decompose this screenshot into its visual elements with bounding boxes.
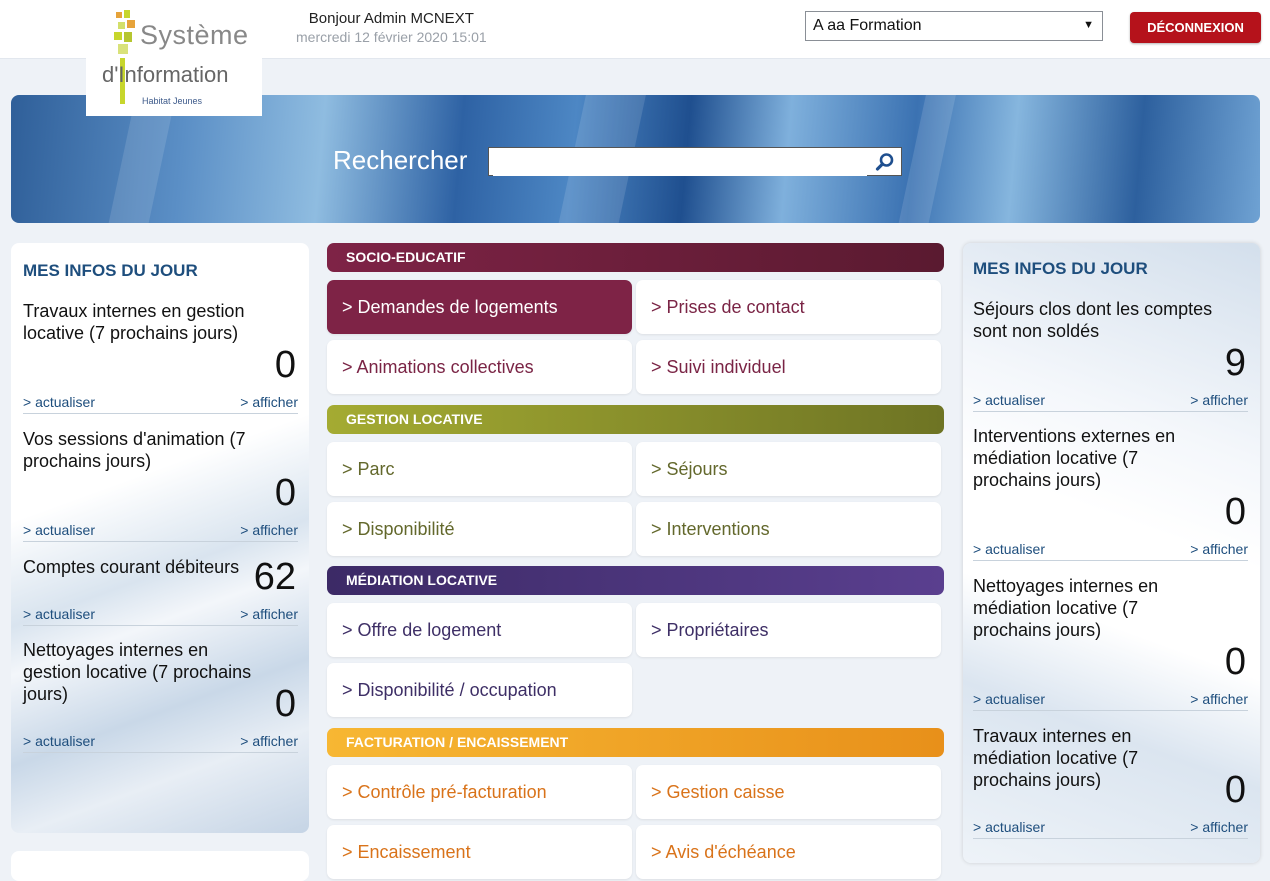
info-item-count: 0 (274, 472, 296, 514)
search-field[interactable] (488, 147, 902, 176)
app-logo[interactable]: Système d'Information Habitat Jeunes (86, 0, 262, 116)
logo-line-3: Habitat Jeunes (142, 96, 203, 106)
search-label: Rechercher (333, 145, 468, 175)
refresh-link[interactable]: > actualiser (973, 691, 1045, 707)
logo-graphic (114, 8, 142, 104)
menu-tile-sejours[interactable]: > Séjours (636, 442, 941, 496)
refresh-link[interactable]: > actualiser (23, 394, 95, 410)
info-item: Séjours clos dont les comptes sont non s… (973, 298, 1248, 413)
info-item-text: Travaux internes en médiation locative (… (973, 726, 1139, 790)
organization-select-value: A aa Formation (813, 17, 922, 34)
menu-tile-avis-echeance[interactable]: > Avis d'échéance (636, 825, 941, 879)
section-header-facturation: FACTURATION / ENCAISSEMENT (327, 728, 944, 757)
info-item: Nettoyages internes en médiation locativ… (973, 575, 1248, 715)
info-item-text: Vos sessions d'animation (7 prochains jo… (23, 429, 246, 471)
info-item-text: Interventions externes en médiation loca… (973, 426, 1176, 490)
info-item-count: 0 (274, 683, 296, 725)
info-item: Nettoyages internes en gestion locative … (23, 639, 298, 754)
info-item: Comptes courant débiteurs 62 > actualise… (23, 556, 298, 626)
banner-decoration (891, 95, 961, 223)
menu-tile-proprietaires[interactable]: > Propriétaires (636, 603, 941, 657)
greeting-text: Bonjour Admin MCNEXT (308, 10, 474, 27)
info-item-links: > actualiser > afficher (973, 819, 1248, 839)
magnifier-icon[interactable] (875, 152, 895, 172)
menu-tile-interventions[interactable]: > Interventions (636, 502, 941, 556)
info-item-count: 62 (253, 556, 296, 598)
show-link[interactable]: > afficher (240, 394, 298, 410)
info-item: Travaux internes en médiation locative (… (973, 725, 1248, 843)
show-link[interactable]: > afficher (240, 733, 298, 749)
left-panel-title: MES INFOS DU JOUR (23, 261, 198, 280)
current-date: mercredi 12 février 2020 15:01 (296, 29, 487, 45)
info-item-count: 9 (1224, 342, 1246, 384)
menu-tile-suivi-individuel[interactable]: > Suivi individuel (636, 340, 941, 394)
refresh-link[interactable]: > actualiser (973, 541, 1045, 557)
refresh-link[interactable]: > actualiser (23, 733, 95, 749)
info-item-count: 0 (1224, 769, 1246, 811)
user-greeting: Bonjour Admin MCNEXT mercredi 12 février… (296, 10, 487, 45)
info-item-links: > actualiser > afficher (23, 522, 298, 542)
info-item-text: Comptes courant débiteurs (23, 557, 240, 577)
right-info-panel: MES INFOS DU JOUR Séjours clos dont les … (963, 243, 1260, 863)
menu-tile-disponibilite-occupation[interactable]: > Disponibilité / occupation (327, 663, 632, 717)
left-info-panel: MES INFOS DU JOUR Travaux internes en ge… (11, 243, 309, 833)
info-item-text: Nettoyages internes en gestion locative … (23, 640, 252, 704)
organization-select[interactable]: A aa Formation ▼ (805, 11, 1103, 41)
menu-tile-disponibilite[interactable]: > Disponibilité (327, 502, 632, 556)
left-lower-panel (11, 851, 309, 881)
triangle-down-icon: ▼ (1083, 19, 1094, 31)
show-link[interactable]: > afficher (1190, 392, 1248, 408)
refresh-link[interactable]: > actualiser (973, 819, 1045, 835)
info-item-links: > actualiser > afficher (973, 392, 1248, 412)
info-item-links: > actualiser > afficher (23, 394, 298, 414)
menu-tile-offre-logement[interactable]: > Offre de logement (327, 603, 632, 657)
info-item-count: 0 (1224, 491, 1246, 533)
search-input[interactable] (493, 149, 867, 176)
menu-tile-encaissement[interactable]: > Encaissement (327, 825, 632, 879)
info-item-text: Travaux internes en gestion locative (7 … (23, 301, 245, 343)
refresh-link[interactable]: > actualiser (973, 392, 1045, 408)
info-item: Vos sessions d'animation (7 prochains jo… (23, 428, 298, 543)
show-link[interactable]: > afficher (240, 606, 298, 622)
menu-tile-prises-contact[interactable]: > Prises de contact (636, 280, 941, 334)
menu-tile-animations-collectives[interactable]: > Animations collectives (327, 340, 632, 394)
show-link[interactable]: > afficher (1190, 691, 1248, 707)
section-header-mediation-locative: MÉDIATION LOCATIVE (327, 566, 944, 595)
show-link[interactable]: > afficher (1190, 541, 1248, 557)
show-link[interactable]: > afficher (240, 522, 298, 538)
menu-tile-gestion-caisse[interactable]: > Gestion caisse (636, 765, 941, 819)
info-item-links: > actualiser > afficher (23, 733, 298, 753)
logo-line-1: Système (140, 20, 249, 50)
info-item-text: Nettoyages internes en médiation locativ… (973, 576, 1159, 640)
refresh-link[interactable]: > actualiser (23, 522, 95, 538)
info-item-links: > actualiser > afficher (973, 541, 1248, 561)
info-item-links: > actualiser > afficher (973, 691, 1248, 711)
logo-line-2: d'Information (102, 62, 229, 87)
right-panel-title: MES INFOS DU JOUR (973, 259, 1148, 278)
menu-tile-demandes-logements[interactable]: > Demandes de logements (327, 280, 632, 334)
info-item-count: 0 (274, 344, 296, 386)
section-header-socio-educatif: SOCIO-EDUCATIF (327, 243, 944, 272)
refresh-link[interactable]: > actualiser (23, 606, 95, 622)
info-item-links: > actualiser > afficher (23, 606, 298, 626)
menu-tile-controle-prefacturation[interactable]: > Contrôle pré-facturation (327, 765, 632, 819)
info-item-text: Séjours clos dont les comptes sont non s… (973, 299, 1213, 341)
info-item-count: 0 (1224, 641, 1246, 683)
menu-tile-parc[interactable]: > Parc (327, 442, 632, 496)
show-link[interactable]: > afficher (1190, 819, 1248, 835)
info-item: Interventions externes en médiation loca… (973, 425, 1248, 565)
info-item: Travaux internes en gestion locative (7 … (23, 300, 298, 415)
logout-button[interactable]: DÉCONNEXION (1130, 12, 1261, 43)
section-header-gestion-locative: GESTION LOCATIVE (327, 405, 944, 434)
